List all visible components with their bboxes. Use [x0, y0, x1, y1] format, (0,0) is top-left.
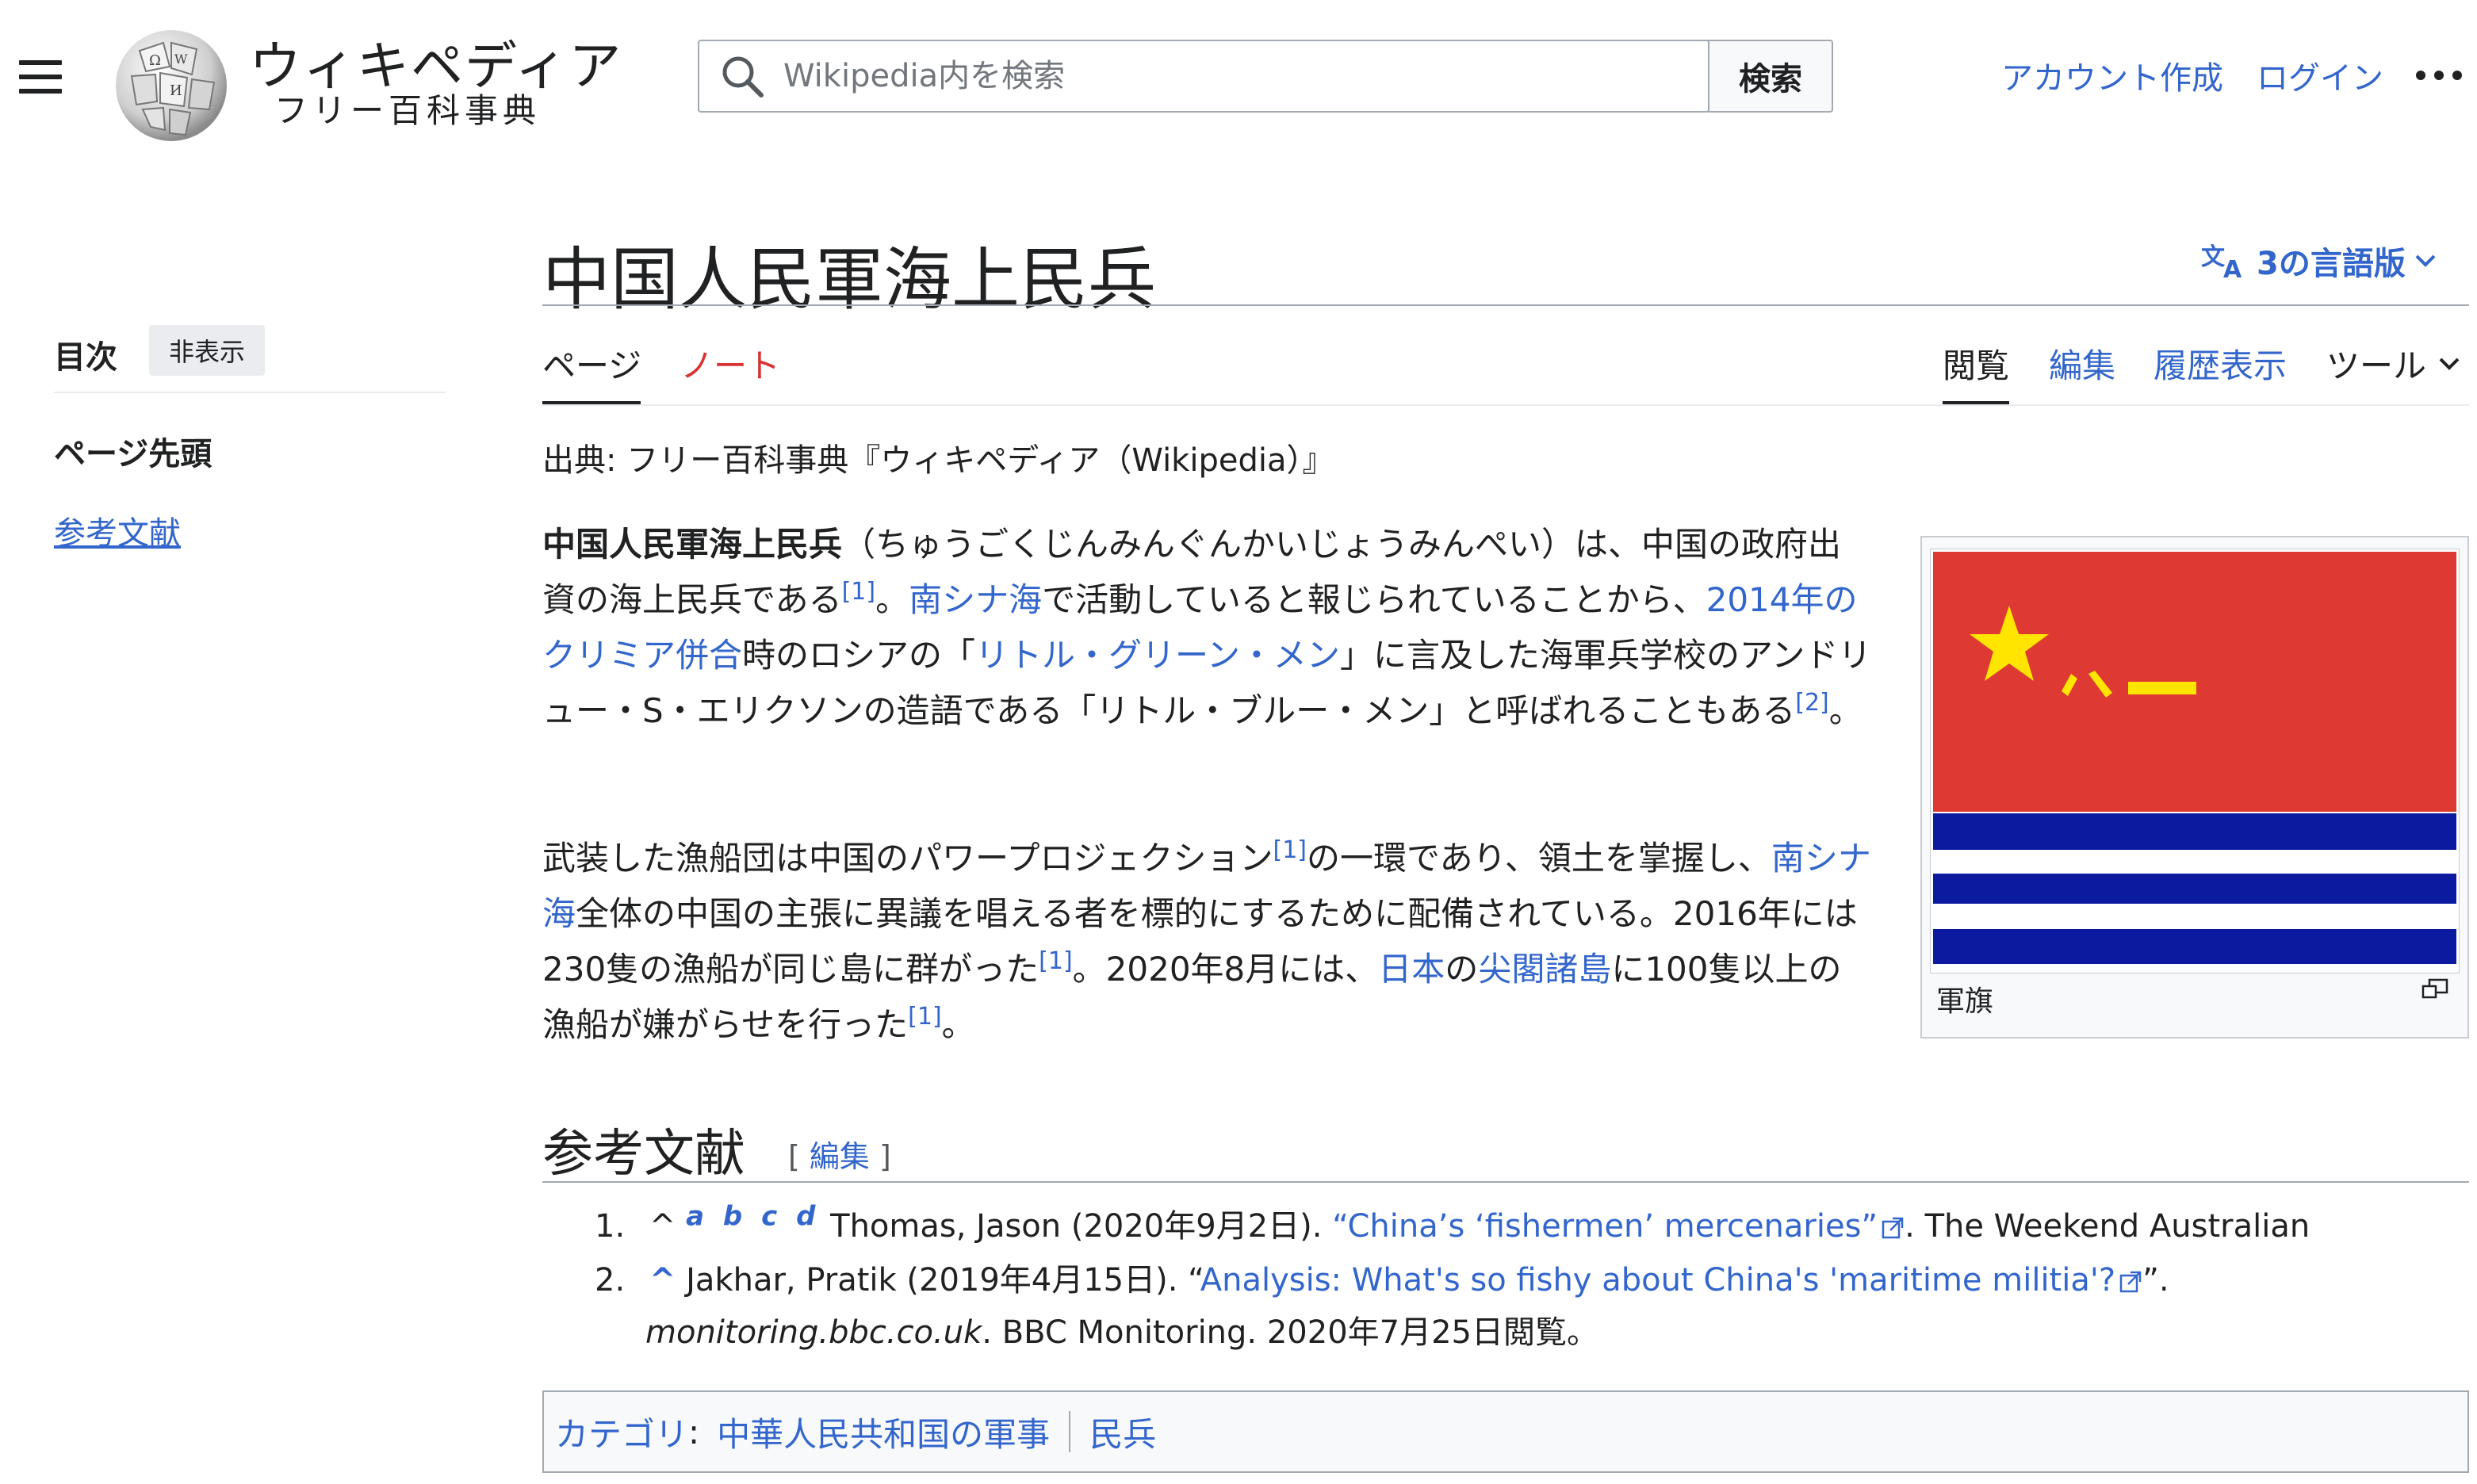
colon: :	[688, 1412, 700, 1451]
text: 。2020年8月には、	[1072, 950, 1379, 989]
paragraph-2: 武装した漁船団は中国のパワープロジェクション[1]の一環であり、領土を掌握し、南…	[542, 831, 1874, 1053]
reference-link[interactable]: Analysis: What's so fishy about China's …	[1200, 1262, 2115, 1298]
toc-divider	[54, 392, 446, 393]
ref-link[interactable]: [1]	[1273, 836, 1307, 864]
reference-website: monitoring.bbc.co.uk	[645, 1314, 982, 1351]
title-divider	[542, 304, 2469, 306]
section-edit: [ 編集 ]	[788, 1132, 891, 1176]
text: の一環であり、領土を掌握し、	[1306, 839, 1771, 878]
reference-item: 2. ^ Jakhar, Pratik (2019年4月15日). “Analy…	[595, 1254, 2169, 1300]
section-edit-link[interactable]: 編集	[810, 1139, 870, 1174]
wikipedia-tagline: フリー百科事典	[274, 91, 542, 130]
external-link-icon	[2119, 1271, 2142, 1293]
ref-link[interactable]: [1]	[908, 1003, 942, 1031]
tabs-divider	[542, 404, 2469, 406]
article-subject: 中国人民軍海上民兵	[542, 525, 843, 564]
toc-item-references[interactable]: 参考文献	[54, 507, 181, 553]
translate-icon: 文 A	[2201, 243, 2242, 281]
reference-text: . The Weekend Australian	[1905, 1208, 2310, 1245]
text: 時のロシアの「	[742, 636, 976, 675]
link-south-china-sea[interactable]: 南シナ海	[909, 580, 1042, 619]
source-line: 出典: フリー百科事典『ウィキペディア（Wikipedia）』	[542, 442, 1334, 479]
naval-ensign-flag-image[interactable]	[1930, 549, 2460, 973]
toc-item-top[interactable]: ページ先頭	[54, 428, 212, 474]
link-japan[interactable]: 日本	[1378, 950, 1445, 989]
backlink-caret[interactable]: ^	[649, 1262, 676, 1298]
toc-hide-button[interactable]: 非表示	[149, 325, 265, 376]
infobox: 軍旗	[1920, 536, 2469, 1038]
categories-link[interactable]: カテゴリ	[555, 1408, 688, 1456]
reference-number: 1.	[595, 1208, 626, 1245]
tab-read[interactable]: 閲覧	[1943, 339, 2009, 388]
text: 。	[1828, 691, 1863, 730]
enlarge-icon[interactable]	[2421, 978, 2448, 999]
tab-page[interactable]: ページ	[542, 339, 641, 388]
backlink-caret: ^	[649, 1208, 676, 1245]
svg-text:W: W	[174, 52, 188, 67]
reference-link[interactable]: “China’s ‘fishermen’ mercenaries”	[1332, 1208, 1878, 1245]
svg-text:文: 文	[2201, 243, 2225, 271]
text: で活動していると報じられていることから、	[1042, 580, 1706, 619]
reference-item-continued: monitoring.bbc.co.uk. BBC Monitoring. 20…	[645, 1306, 1598, 1352]
text: 武装した漁船団は中国のパワープロジェクション	[542, 839, 1273, 878]
ref-link[interactable]: [1]	[1039, 947, 1073, 975]
category-prc-military[interactable]: 中華人民共和国の軍事	[717, 1408, 1050, 1456]
create-account-link[interactable]: アカウント作成	[2001, 52, 2223, 98]
link-senkaku-islands[interactable]: 尖閣諸島	[1478, 950, 1611, 989]
reference-text: . BBC Monitoring. 2020年7月25日閲覧。	[982, 1314, 1598, 1351]
backlinks-abcd[interactable]: a b c d	[686, 1201, 820, 1233]
reference-text: ”.	[2142, 1262, 2169, 1298]
svg-text:Ω: Ω	[149, 52, 161, 69]
category-separator	[1069, 1411, 1071, 1452]
reference-text: Thomas, Jason (2020年9月2日).	[830, 1208, 1333, 1245]
main-menu-button[interactable]	[19, 60, 62, 94]
chevron-down-icon	[2439, 358, 2460, 370]
text: 。	[941, 1005, 975, 1044]
chevron-down-icon	[2415, 254, 2436, 267]
svg-text:И: И	[170, 82, 182, 99]
toc-title: 目次	[54, 339, 117, 376]
tab-history[interactable]: 履歴表示	[2153, 339, 2287, 388]
link-little-green-men[interactable]: リトル・グリーン・メン	[975, 636, 1340, 675]
wikipedia-globe-logo[interactable]: Ω W И	[108, 19, 235, 146]
tab-edit[interactable]: 編集	[2049, 339, 2115, 388]
tools-label: ツール	[2326, 346, 2427, 385]
category-militia[interactable]: 民兵	[1089, 1408, 1156, 1456]
more-options-icon[interactable]	[2415, 70, 2463, 81]
reference-number: 2.	[595, 1262, 626, 1298]
page-title: 中国人民軍海上民兵	[542, 240, 1156, 319]
infobox-caption: 軍旗	[1936, 985, 1994, 1018]
section-heading-references: 参考文献	[542, 1125, 745, 1184]
tools-menu[interactable]: ツール	[2326, 339, 2461, 388]
ref-link[interactable]: [2]	[1795, 689, 1829, 717]
language-button[interactable]: 文 A 3の言語版	[2201, 238, 2437, 284]
bracket: ]	[869, 1139, 891, 1174]
reference-item: 1. ^ a b c d Thomas, Jason (2020年9月2日). …	[595, 1200, 2310, 1246]
ref-link[interactable]: [1]	[842, 578, 876, 606]
svg-text:A: A	[2223, 256, 2242, 281]
tab-talk[interactable]: ノート	[680, 339, 780, 388]
login-link[interactable]: ログイン	[2257, 52, 2383, 98]
search-button[interactable]: 検索	[1708, 40, 1833, 113]
language-count: 3の言語版	[2257, 246, 2406, 282]
search-input[interactable]	[701, 43, 1713, 109]
section-divider	[542, 1181, 2469, 1183]
category-box: カテゴリ: 中華人民共和国の軍事 民兵	[542, 1390, 2469, 1473]
paragraph-1: 中国人民軍海上民兵（ちゅうごくじんみんぐんかいじょうみんぺい）は、中国の政府出資…	[542, 517, 1874, 739]
bracket: [	[788, 1139, 810, 1174]
external-link-icon	[1882, 1217, 1904, 1239]
text: の	[1445, 950, 1479, 989]
reference-text: Jakhar, Pratik (2019年4月15日). “	[686, 1262, 1200, 1298]
search-box	[698, 40, 1713, 113]
text: 。	[875, 580, 909, 619]
